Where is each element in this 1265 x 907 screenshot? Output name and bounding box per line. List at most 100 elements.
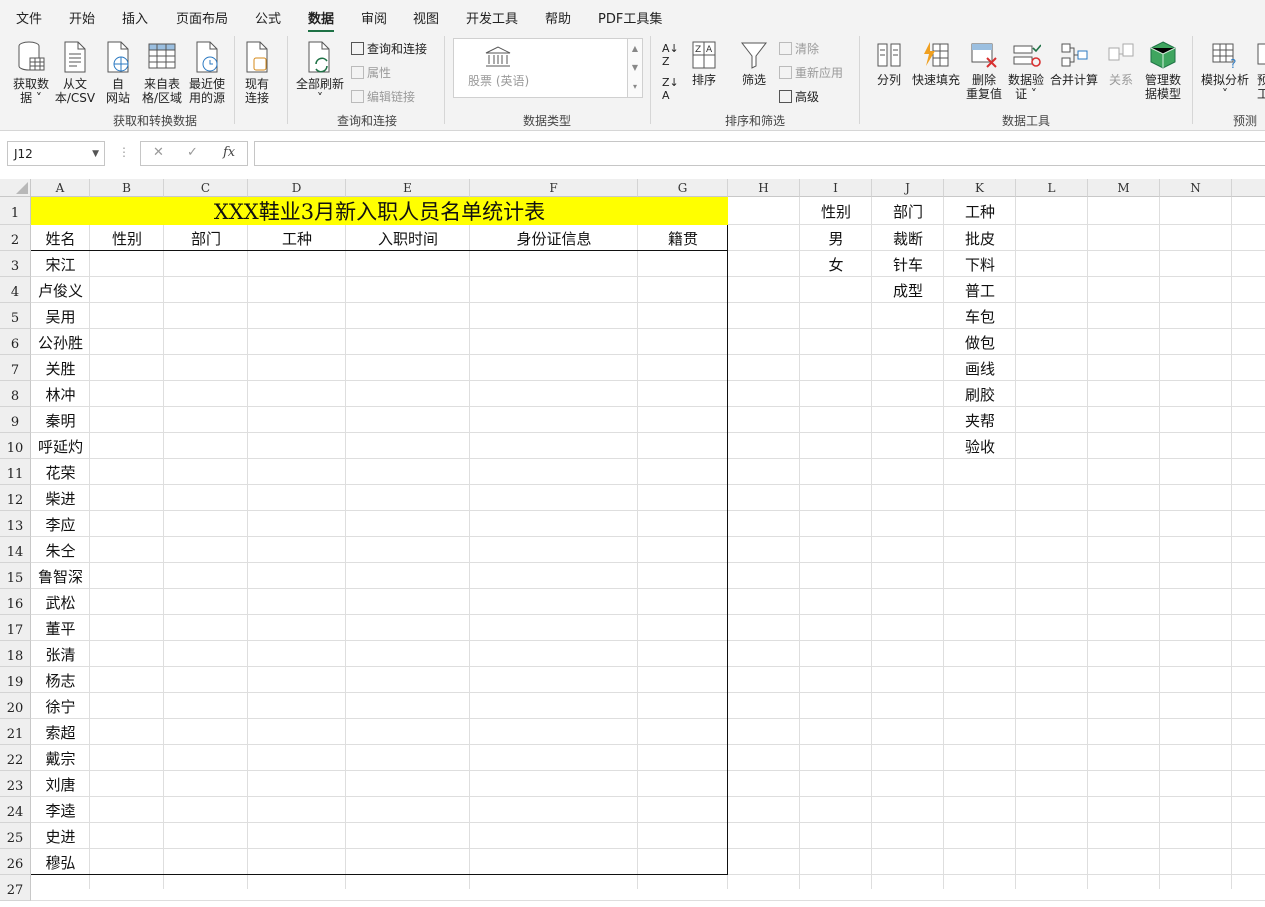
forecast-sheet-button[interactable]: 预 工 (1256, 40, 1265, 101)
header-cell[interactable]: 入职时间 (346, 225, 470, 251)
name-cell[interactable]: 柴进 (31, 485, 90, 511)
menu-tab-2[interactable]: 插入 (122, 8, 148, 27)
row-header-26[interactable]: 26 (0, 849, 31, 875)
column-header-L[interactable]: L (1016, 179, 1088, 197)
dept-list-cell[interactable]: 裁断 (872, 225, 944, 251)
job-list-cell[interactable]: 夹帮 (944, 407, 1016, 433)
advanced-filter-button[interactable]: 高级 (779, 88, 819, 105)
what-if-analysis-button[interactable]: ? 模拟分析 ˅ (1198, 40, 1252, 101)
properties-button[interactable]: 属性 (351, 64, 391, 81)
menu-tab-8[interactable]: 开发工具 (466, 8, 518, 27)
row-header-1[interactable]: 1 (0, 197, 31, 225)
insert-function-icon[interactable]: fx (223, 145, 235, 160)
row-header-7[interactable]: 7 (0, 355, 31, 381)
data-type-gallery[interactable]: 股票 (英语) ▲ ▼ ▾ (453, 38, 643, 98)
flash-fill-button[interactable]: 快速填充 (910, 40, 962, 87)
column-header-A[interactable]: A (31, 179, 90, 197)
name-cell[interactable]: 徐宁 (31, 693, 90, 719)
row-header-22[interactable]: 22 (0, 745, 31, 771)
filter-button[interactable]: 筛选 (736, 40, 772, 87)
column-header-C[interactable]: C (164, 179, 248, 197)
job-list-cell[interactable]: 工种 (944, 197, 1016, 225)
row-header-17[interactable]: 17 (0, 615, 31, 641)
more-options-icon[interactable]: ⋮ (118, 145, 130, 159)
column-header-G[interactable]: G (638, 179, 728, 197)
row-header-13[interactable]: 13 (0, 511, 31, 537)
from-web-button[interactable]: 自 网站 (100, 40, 136, 105)
column-header-N[interactable]: N (1160, 179, 1232, 197)
row-header-10[interactable]: 10 (0, 433, 31, 459)
menu-tab-9[interactable]: 帮助 (545, 8, 571, 27)
row-header-21[interactable]: 21 (0, 719, 31, 745)
column-header-H[interactable]: H (728, 179, 800, 197)
name-cell[interactable]: 宋江 (31, 251, 90, 277)
menu-tab-7[interactable]: 视图 (413, 8, 439, 27)
relationships-button[interactable]: 关系 (1102, 40, 1140, 87)
queries-connections-button[interactable]: 查询和连接 (351, 40, 427, 57)
sort-za-button[interactable]: Z↓ A (662, 76, 679, 102)
row-header-11[interactable]: 11 (0, 459, 31, 485)
stocks-button[interactable]: 股票 (英语) (468, 45, 529, 89)
column-header-partial[interactable] (1232, 179, 1265, 197)
job-list-cell[interactable]: 做包 (944, 329, 1016, 355)
dept-list-cell[interactable]: 针车 (872, 251, 944, 277)
menu-tab-10[interactable]: PDF工具集 (598, 8, 662, 27)
existing-connections-button[interactable]: 现有 连接 (238, 40, 276, 105)
menu-tab-0[interactable]: 文件 (16, 8, 42, 27)
header-cell[interactable]: 籍贯 (638, 225, 728, 251)
recent-sources-button[interactable]: 最近使 用的源 (186, 40, 228, 105)
name-cell[interactable]: 史进 (31, 823, 90, 849)
header-cell[interactable]: 工种 (248, 225, 346, 251)
row-header-8[interactable]: 8 (0, 381, 31, 407)
column-header-D[interactable]: D (248, 179, 346, 197)
dept-list-cell[interactable]: 部门 (872, 197, 944, 225)
dept-list-cell[interactable]: 成型 (872, 277, 944, 303)
sort-button[interactable]: ZA 排序 (686, 40, 722, 87)
name-cell[interactable]: 公孙胜 (31, 329, 90, 355)
name-cell[interactable]: 林冲 (31, 381, 90, 407)
data-model-button[interactable]: 管理数 据模型 (1142, 40, 1184, 101)
row-header-4[interactable]: 4 (0, 277, 31, 303)
from-table-button[interactable]: 来自表 格/区域 (140, 40, 184, 105)
refresh-all-button[interactable]: 全部刷新 ˅ (293, 40, 347, 105)
name-cell[interactable]: 戴宗 (31, 745, 90, 771)
row-header-2[interactable]: 2 (0, 225, 31, 251)
select-all-corner[interactable] (0, 179, 31, 197)
name-cell[interactable]: 刘唐 (31, 771, 90, 797)
name-cell[interactable]: 索超 (31, 719, 90, 745)
row-header-24[interactable]: 24 (0, 797, 31, 823)
name-cell[interactable]: 秦明 (31, 407, 90, 433)
name-cell[interactable]: 呼延灼 (31, 433, 90, 459)
column-header-M[interactable]: M (1088, 179, 1160, 197)
column-header-E[interactable]: E (346, 179, 470, 197)
data-validation-button[interactable]: 数据验 证 ˅ (1006, 40, 1046, 101)
column-header-F[interactable]: F (470, 179, 638, 197)
row-header-27[interactable]: 27 (0, 875, 31, 901)
cancel-icon[interactable]: ✕ (153, 145, 164, 160)
row-header-12[interactable]: 12 (0, 485, 31, 511)
name-cell[interactable]: 李逵 (31, 797, 90, 823)
row-header-16[interactable]: 16 (0, 589, 31, 615)
row-header-25[interactable]: 25 (0, 823, 31, 849)
from-csv-button[interactable]: 从文 本/CSV (54, 40, 96, 105)
name-cell[interactable]: 杨志 (31, 667, 90, 693)
job-list-cell[interactable]: 验收 (944, 433, 1016, 459)
name-cell[interactable]: 张清 (31, 641, 90, 667)
job-list-cell[interactable]: 车包 (944, 303, 1016, 329)
column-header-J[interactable]: J (872, 179, 944, 197)
header-cell[interactable]: 身份证信息 (470, 225, 638, 251)
row-header-20[interactable]: 20 (0, 693, 31, 719)
menu-tab-4[interactable]: 公式 (255, 8, 281, 27)
gender-list-cell[interactable]: 男 (800, 225, 872, 251)
column-header-B[interactable]: B (90, 179, 164, 197)
name-cell[interactable]: 穆弘 (31, 849, 90, 875)
row-header-19[interactable]: 19 (0, 667, 31, 693)
consolidate-button[interactable]: 合并计算 (1048, 40, 1100, 87)
table-title[interactable]: XXX鞋业3月新入职人员名单统计表 (31, 197, 728, 225)
name-cell[interactable]: 鲁智深 (31, 563, 90, 589)
formula-input[interactable] (254, 141, 1265, 166)
remove-duplicates-button[interactable]: 删除 重复值 (964, 40, 1004, 101)
job-list-cell[interactable]: 批皮 (944, 225, 1016, 251)
gender-list-cell[interactable]: 女 (800, 251, 872, 277)
sort-az-button[interactable]: A↓ Z (662, 42, 679, 68)
